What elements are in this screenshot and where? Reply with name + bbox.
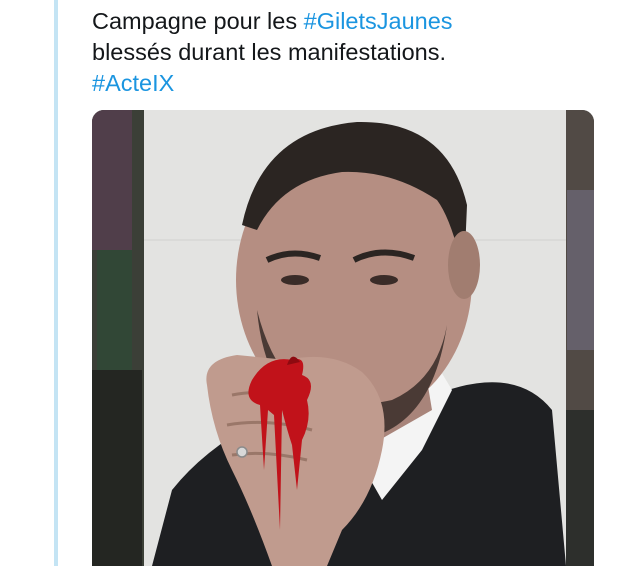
tweet-media-image[interactable] bbox=[92, 110, 594, 566]
poster-photo bbox=[92, 110, 594, 566]
wall-left-foliage bbox=[97, 250, 132, 370]
tweet-line-1: Campagne pour les #GiletsJaunes bbox=[92, 6, 592, 37]
hashtag-link-acteix[interactable]: #ActeIX bbox=[92, 68, 592, 99]
wall-right-graffiti bbox=[567, 190, 594, 350]
wall-right-shadow bbox=[562, 410, 594, 566]
ring bbox=[236, 446, 248, 458]
hashtag-link-giletsjaunes[interactable]: #GiletsJaunes bbox=[304, 8, 453, 34]
tweet-text: Campagne pour les #GiletsJaunes blessés … bbox=[92, 6, 592, 99]
right-eye bbox=[370, 275, 398, 285]
wall-left-shadow bbox=[92, 370, 142, 566]
tweet-text-prefix: Campagne pour les bbox=[92, 8, 304, 34]
tweet-card: Campagne pour les #GiletsJaunes blessés … bbox=[0, 0, 625, 566]
tweet-line-2: blessés durant les manifestations. bbox=[92, 39, 446, 65]
left-eye bbox=[281, 275, 309, 285]
ear bbox=[448, 231, 480, 299]
quote-bar bbox=[54, 0, 58, 566]
wall-left-graffiti bbox=[92, 110, 132, 250]
